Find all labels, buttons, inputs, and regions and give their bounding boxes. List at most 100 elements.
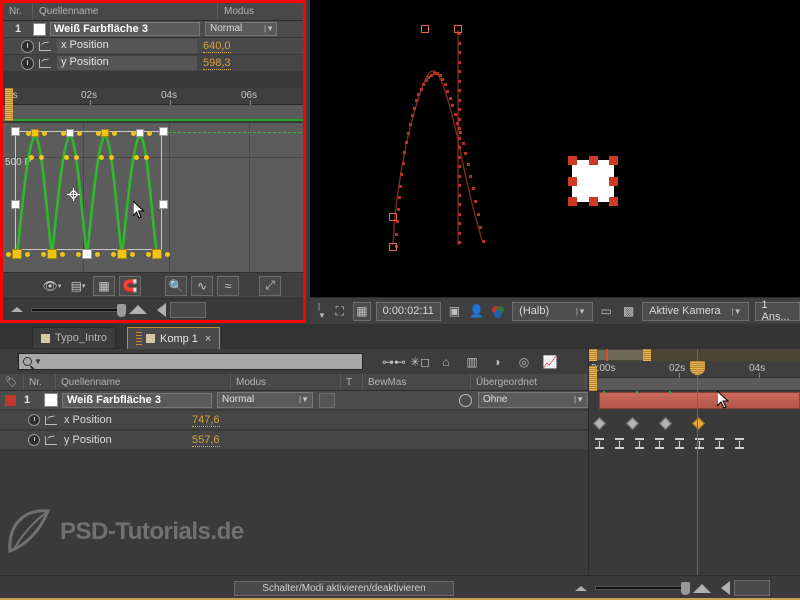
easy-ease-icon[interactable]: ≈ xyxy=(217,275,239,296)
layer-mode-dropdown[interactable]: Normal xyxy=(217,392,313,408)
timeline-zoom-controls[interactable] xyxy=(567,576,800,600)
bezier-handle-dot[interactable] xyxy=(26,131,31,136)
view-region-icon[interactable]: ▭ xyxy=(598,302,615,321)
timeline-panel-field[interactable] xyxy=(734,580,770,596)
graph-editor-icon[interactable]: 📈 xyxy=(537,351,563,373)
eye-icon[interactable]: 👁 ▾ xyxy=(41,276,63,296)
checkerboard-icon[interactable]: ▩ xyxy=(620,302,637,321)
keyframe-marker[interactable] xyxy=(626,417,639,430)
bezier-handle-dot[interactable] xyxy=(130,252,135,257)
layer-mode-dropdown[interactable]: Normal xyxy=(205,22,277,36)
graph-keyframe-valley[interactable] xyxy=(152,249,162,259)
timeline-property-row-x[interactable]: x Position 747,6 xyxy=(0,411,588,430)
bezier-handle-dot[interactable] xyxy=(96,131,101,136)
parent-link-icon[interactable]: ⊶⊷ xyxy=(381,351,407,373)
chart-options-icon[interactable]: ▤ ▾ xyxy=(67,276,89,296)
magnification-caret[interactable]: |▼ xyxy=(315,302,326,320)
composition-viewer[interactable] xyxy=(310,0,800,297)
layer-name[interactable]: Weiß Farbfläche 3 xyxy=(50,22,200,36)
graph-toggle-icon[interactable] xyxy=(38,57,52,69)
zoom-out-icon[interactable] xyxy=(11,307,23,312)
path-vertex-right-top[interactable] xyxy=(454,25,462,33)
drag-gripper-icon[interactable] xyxy=(136,332,142,345)
bezier-handle-dot[interactable] xyxy=(77,131,82,136)
timeline-property-row-y[interactable]: y Position 557,6 xyxy=(0,431,588,450)
work-area-start-handle[interactable] xyxy=(589,349,597,361)
graph-bottom-bar[interactable] xyxy=(3,298,303,320)
ease-curve-icon[interactable]: ∿ xyxy=(191,275,213,296)
layer-selection-handle[interactable] xyxy=(609,177,618,186)
bezier-handle-dot[interactable] xyxy=(42,131,47,136)
bezier-handle-dot[interactable] xyxy=(41,252,46,257)
hold-keyframe-marker[interactable]: I xyxy=(675,438,684,451)
graph-toggle-icon[interactable] xyxy=(44,434,58,446)
tab-typo-intro[interactable]: Typo_Intro xyxy=(32,327,116,349)
bezier-handle-dot[interactable] xyxy=(146,252,151,257)
stopwatch-icon[interactable] xyxy=(21,56,34,70)
selection-handle[interactable] xyxy=(159,200,168,209)
bezier-handle-dot[interactable] xyxy=(111,252,116,257)
hold-keyframe-marker[interactable]: I xyxy=(655,438,664,451)
bezier-handle-dot[interactable] xyxy=(74,155,79,160)
hold-keyframe-marker[interactable]: I xyxy=(635,438,644,451)
views-dropdown[interactable]: 1 Ans... xyxy=(754,299,800,323)
motion-blur-icon[interactable]: ◗ xyxy=(485,351,511,373)
tag-column-icon[interactable]: 🏷 xyxy=(0,374,24,390)
shy-layers-icon[interactable]: ⌂ xyxy=(433,351,459,373)
stopwatch-icon[interactable] xyxy=(28,414,40,426)
bezier-handle-dot[interactable] xyxy=(64,155,69,160)
close-icon[interactable]: × xyxy=(205,333,211,345)
bezier-handle-dot[interactable] xyxy=(131,131,136,136)
zoom-in-icon[interactable] xyxy=(129,305,147,314)
property-value[interactable]: 747,6 xyxy=(192,414,220,427)
graph-toggle-icon[interactable] xyxy=(44,414,58,426)
layer-selection-handle[interactable] xyxy=(609,197,618,206)
hold-keyframe-marker[interactable]: I xyxy=(615,438,624,451)
layer-color-chip[interactable] xyxy=(5,394,16,406)
selection-bounding-box[interactable] xyxy=(11,127,168,250)
graph-toggle-icon[interactable] xyxy=(38,40,52,52)
hold-keyframe-marker[interactable]: I xyxy=(715,438,724,451)
zoom-slider[interactable] xyxy=(595,582,690,595)
graph-keyframe-valley[interactable] xyxy=(47,249,57,259)
bezier-handle-dot[interactable] xyxy=(134,155,139,160)
layer-selection-handle[interactable] xyxy=(568,177,577,186)
bezier-handle-dot[interactable] xyxy=(25,252,30,257)
camera-dropdown[interactable]: Aktive Kamera |▼ xyxy=(642,301,749,321)
comp-nav-icon[interactable] xyxy=(721,581,730,595)
graph-editor-plot[interactable]: 500 P xyxy=(3,123,303,272)
stopwatch-icon[interactable] xyxy=(21,39,34,53)
selection-handle[interactable] xyxy=(11,200,20,209)
viewer-toolbar[interactable]: |▼ ⛶ ▦ 0:00:02:11 ▣ 👤 (Halb) |▼ ▭ ▩ Aktiv… xyxy=(310,297,800,324)
cti-handle[interactable] xyxy=(690,361,705,375)
timeline-panel[interactable]: ▼ ⊶⊷ ✳◻ ⌂ ▥ ◗ ◎ 📈 🏷 Nr. Quellenname Modu… xyxy=(0,349,800,575)
magnet-snap-icon[interactable]: 🧲 xyxy=(119,275,141,296)
play-icon[interactable] xyxy=(157,302,166,317)
keyframe-marker[interactable] xyxy=(659,417,672,430)
frame-blending-icon[interactable]: ▥ xyxy=(459,351,485,373)
bezier-handle-dot[interactable] xyxy=(112,131,117,136)
property-value[interactable]: 557,6 xyxy=(192,434,220,447)
hold-keyframe-marker[interactable]: I xyxy=(735,438,744,451)
region-of-interest-icon[interactable]: ⛶ xyxy=(331,302,348,321)
layer-selection-handle[interactable] xyxy=(589,197,598,206)
path-vertex-left-low[interactable] xyxy=(389,213,397,221)
path-vertex-top[interactable] xyxy=(421,25,429,33)
selection-handle[interactable] xyxy=(159,127,168,136)
graph-ruler[interactable]: 0s 02s 04s 06s xyxy=(3,88,303,105)
graph-keyframe-valley[interactable] xyxy=(82,249,92,259)
path-vertex-left-end[interactable] xyxy=(389,243,397,251)
graph-editor-toolbar[interactable]: 👁 ▾ ▤ ▾ ▦ 🧲 🔍 ∿ ≈ ⤢ xyxy=(3,272,303,298)
graph-cti-handle[interactable] xyxy=(5,104,13,121)
grid-icon[interactable]: ▦ xyxy=(93,275,115,296)
keyframe-marker[interactable] xyxy=(593,417,606,430)
white-solid-layer[interactable] xyxy=(572,160,614,202)
search-input[interactable]: ▼ xyxy=(18,353,363,370)
switches-modes-toggle[interactable]: Schalter/Modi aktivieren/deaktivieren xyxy=(234,580,454,596)
time-start-handle[interactable] xyxy=(589,366,597,391)
current-time-display[interactable]: 0:00:02:11 xyxy=(375,301,441,321)
parent-dropdown[interactable]: Ohne xyxy=(478,392,588,408)
graph-property-row-y[interactable]: y Position 598,3 xyxy=(3,55,303,72)
graph-keyframe-peak[interactable] xyxy=(101,129,109,137)
graph-editor-panel[interactable]: Nr. Quellenname Modus 1 Weiß Farbfläche … xyxy=(0,0,306,323)
